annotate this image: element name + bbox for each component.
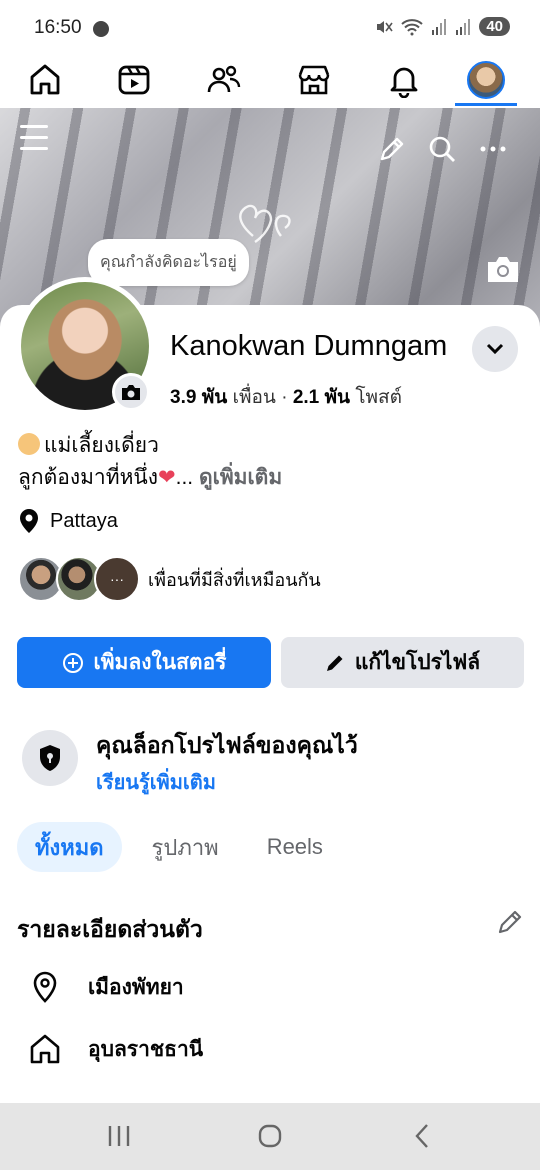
back-icon [415,1124,428,1148]
status-bar: 16:50 40 [0,0,540,56]
location-pin-icon [20,509,38,533]
marketplace-icon [298,65,330,95]
nav-marketplace[interactable] [284,56,344,104]
baby-emoji-icon [18,433,40,455]
bio-line-1: แม่เลี้ยงเดี่ยว [44,434,159,457]
home-icon [30,1034,60,1064]
signal-icon-2 [456,18,471,35]
add-story-button[interactable]: เพิ่มลงในสตอรี่ [17,637,271,688]
battery-indicator: 40 [479,17,510,36]
heart-emoji-icon: ❤ [158,466,176,489]
shield-lock-icon [22,730,78,786]
wifi-icon [401,18,423,35]
recent-apps-icon [108,1126,130,1146]
nav-watch[interactable] [104,56,164,104]
heart-doodle [239,204,291,243]
signal-icon [432,18,447,35]
profile-stats[interactable]: 3.9 พัน เพื่อน · 2.1 พัน โพสต์ [170,382,402,412]
bio-ellipsis: ... [175,466,194,489]
friends-label: เพื่อน [232,387,276,408]
home-icon [30,64,60,95]
location-text: Pattaya [50,509,118,532]
friends-icon [207,65,241,93]
friends-count: 3.9 พัน [170,387,228,408]
edit-pencil-icon[interactable] [377,134,407,164]
mutual-friends-row[interactable]: ··· เพื่อนที่มีสิ่งที่เหมือนกัน [18,556,321,602]
mutual-friend-more: ··· [94,556,140,602]
profile-dropdown-button[interactable] [472,326,518,372]
mute-icon [377,20,393,33]
pencil-icon [326,655,343,671]
content-tabs: ทั้งหมด รูปภาพ Reels [17,822,341,872]
camera-icon [122,385,140,400]
nav-friends[interactable] [194,56,254,104]
home-button[interactable] [254,1121,286,1151]
search-icon[interactable] [427,134,457,164]
bio: แม่เลี้ยงเดี่ยว ลูกต้องมาที่หนึ่ง❤... ดู… [18,430,282,494]
thought-bubble[interactable]: คุณกำลังคิดอะไรอยู่ [88,239,249,286]
status-time: 16:50 [34,17,82,38]
more-icon[interactable] [478,134,508,164]
see-more-link[interactable]: ดูเพิ่มเติม [199,466,282,489]
video-icon [118,65,150,95]
profile-name: Kanokwan Dumngam [170,330,448,362]
recent-apps-button[interactable] [104,1121,134,1151]
learn-more-link[interactable]: เรียนรู้เพิ่มเติม [96,766,216,798]
tab-photos[interactable]: รูปภาพ [134,822,237,872]
detail-text: เมืองพัทยา [88,975,184,999]
location-pin-icon [33,971,57,1003]
detail-row-hometown: อุบลราชธานี [28,1032,203,1066]
chevron-down-icon [486,343,504,355]
top-nav [0,56,540,108]
lock-notice-title: คุณล็อกโปรไฟล์ของคุณไว้ [96,732,358,758]
nav-profile[interactable] [456,56,516,104]
nav-notifications[interactable] [374,56,434,104]
posts-label: โพสต์ [355,387,402,408]
add-circle-icon [62,652,83,673]
nav-home[interactable] [15,56,75,104]
system-nav-bar [0,1103,540,1170]
tab-reels[interactable]: Reels [249,822,341,872]
profile-nav-avatar [467,61,505,99]
detail-row-current-city: เมืองพัทยา [28,970,184,1004]
stats-separator: · [281,387,288,408]
mutual-friends-text: เพื่อนที่มีสิ่งที่เหมือนกัน [148,569,321,590]
bell-icon [390,67,418,98]
back-button[interactable] [407,1121,437,1151]
edit-profile-label: แก้ไขโปรไฟล์ [354,651,481,674]
avatar-camera-button[interactable] [112,373,150,411]
messenger-icon [93,21,109,37]
menu-icon[interactable] [20,125,48,158]
home-circle-icon [258,1124,282,1148]
cover-camera-icon[interactable] [485,253,521,285]
active-tab-indicator [455,103,517,106]
bio-line-2: ลูกต้องมาที่หนึ่ง [18,466,159,489]
tab-all[interactable]: ทั้งหมด [17,822,122,872]
edit-profile-button[interactable]: แก้ไขโปรไฟล์ [281,637,524,688]
location-row: Pattaya [18,508,118,534]
personal-details-title: รายละเอียดส่วนตัว [17,916,203,942]
add-story-label: เพิ่มลงในสตอรี่ [93,651,227,674]
edit-details-icon[interactable] [496,908,524,936]
posts-count: 2.1 พัน [292,387,351,408]
detail-text: อุบลราชธานี [88,1037,204,1061]
status-icons: 40 [375,17,510,36]
